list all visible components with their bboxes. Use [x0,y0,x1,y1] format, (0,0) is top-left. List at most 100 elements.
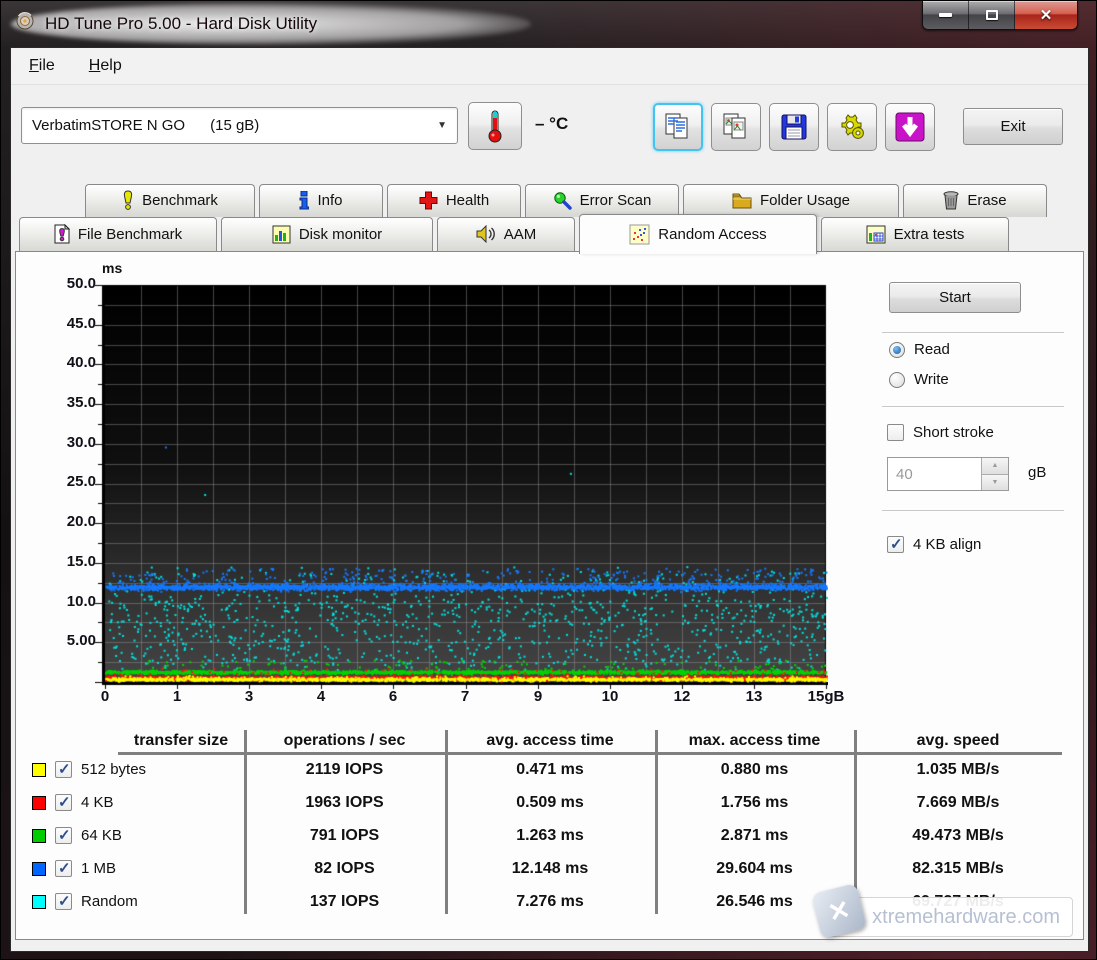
window-title: HD Tune Pro 5.00 - Hard Disk Utility [45,14,317,34]
col-header-operations: operations / sec [244,730,445,752]
x-tick: 15gB [798,688,854,705]
copy-image-icon [722,112,750,142]
drive-select-value: VerbatimSTORE N GO (15 gB) [32,117,437,134]
menu-help[interactable]: Help [89,57,122,75]
series-swatch [32,763,46,777]
menu-file[interactable]: File [29,57,55,75]
info-icon [299,191,309,210]
spinner-up-button[interactable]: ▲ [982,458,1008,475]
download-arrow-icon [895,112,925,142]
tab-info[interactable]: Info [259,184,383,217]
save-button[interactable] [769,103,819,151]
minimize-button[interactable] [923,1,969,29]
short-stroke-row: Short stroke [887,424,994,441]
extra-tests-icon [866,225,886,244]
speed-cell: 7.669 MB/s [854,794,1062,812]
x-tick: 13 [726,688,782,705]
tab-extra-tests[interactable]: Extra tests [821,217,1009,252]
align-checkbox[interactable] [887,536,904,553]
speed-cell: 49.473 MB/s [854,827,1062,845]
header-underline [118,752,1062,755]
watermark-text: xtremehardware.com [872,906,1060,929]
read-radio-row: Read [889,341,950,358]
col-header-avg-speed: avg. speed [854,730,1062,752]
y-tick: 50.0 [50,275,96,292]
tab-error-scan[interactable]: Error Scan [525,184,679,217]
options-button[interactable] [827,103,877,151]
read-radio-label: Read [914,341,950,358]
health-cross-icon [419,191,438,210]
table-row: 64 KB 791 IOPS 1.263 ms 2.871 ms 49.473 … [16,827,1083,857]
col-header-max-access: max. access time [655,730,854,752]
y-tick: 5.00 [50,632,96,649]
x-tick: 6 [365,688,421,705]
file-benchmark-icon [54,224,70,244]
speaker-icon [476,225,496,243]
tab-health[interactable]: Health [387,184,521,217]
short-stroke-checkbox[interactable] [887,424,904,441]
series-checkbox[interactable] [55,893,72,910]
x-tick: 4 [293,688,349,705]
random-access-scatter-chart [95,283,828,690]
y-axis-unit: ms [102,260,122,276]
x-tick: 1 [149,688,205,705]
avg-cell: 12.148 ms [445,860,655,878]
tab-file-benchmark[interactable]: File Benchmark [19,217,217,252]
capacity-spinner[interactable]: 40 ▲ ▼ [887,457,1009,491]
caption-buttons: ✕ [922,1,1078,30]
close-button[interactable]: ✕ [1015,1,1077,29]
exit-button[interactable]: Exit [963,108,1063,145]
capacity-unit-label: gB [1028,464,1046,481]
capacity-value: 40 [888,458,981,490]
align-label: 4 KB align [913,536,981,553]
temperature-button[interactable] [468,102,522,150]
spinner-down-button[interactable]: ▼ [982,475,1008,491]
maximize-button[interactable] [969,1,1015,29]
speed-cell: 1.035 MB/s [854,761,1062,779]
series-checkbox[interactable] [55,761,72,778]
magnifier-icon [553,191,572,210]
tab-random-access[interactable]: Random Access [579,214,817,254]
x-tick: 0 [77,688,133,705]
y-tick: 20.0 [50,513,96,530]
start-button[interactable]: Start [889,282,1021,313]
col-header-avg-access: avg. access time [445,730,655,752]
write-radio[interactable] [889,372,905,388]
copy-image-button[interactable] [711,103,761,151]
speed-cell: 82.315 MB/s [854,860,1062,878]
max-cell: 1.756 ms [655,794,854,812]
tab-row-2: File Benchmark Disk monitor AAM [19,217,1009,252]
write-radio-label: Write [914,371,949,388]
x-tick: 10 [582,688,638,705]
y-tick: 25.0 [50,473,96,490]
separator [882,406,1064,407]
ops-cell: 137 IOPS [244,893,445,911]
gear-icon [838,113,866,141]
tab-folder-usage[interactable]: Folder Usage [683,184,899,217]
folder-icon [732,192,752,209]
save-icon [780,113,808,141]
benchmark-icon [122,190,134,210]
x-tick: 9 [510,688,566,705]
update-button[interactable] [885,103,935,151]
short-stroke-label: Short stroke [913,424,994,441]
max-cell: 0.880 ms [655,761,854,779]
series-checkbox[interactable] [55,860,72,877]
series-checkbox[interactable] [55,827,72,844]
read-radio[interactable] [889,342,905,358]
drive-select-combobox[interactable]: VerbatimSTORE N GO (15 gB) ▼ [21,107,458,144]
series-label: 4 KB [81,794,114,811]
series-checkbox[interactable] [55,794,72,811]
copy-text-button[interactable] [653,103,703,151]
col-header-transfer-size: transfer size [118,730,244,752]
tab-disk-monitor[interactable]: Disk monitor [221,217,433,252]
tab-aam[interactable]: AAM [437,217,575,252]
random-access-icon [629,224,650,245]
tab-erase[interactable]: Erase [903,184,1047,217]
series-label: 1 MB [81,860,116,877]
copy-text-icon [664,112,692,142]
tab-benchmark[interactable]: Benchmark [85,184,255,217]
x-tick: 7 [437,688,493,705]
temperature-value: – °C [535,114,568,134]
table-row: 512 bytes 2119 IOPS 0.471 ms 0.880 ms 1.… [16,761,1083,791]
